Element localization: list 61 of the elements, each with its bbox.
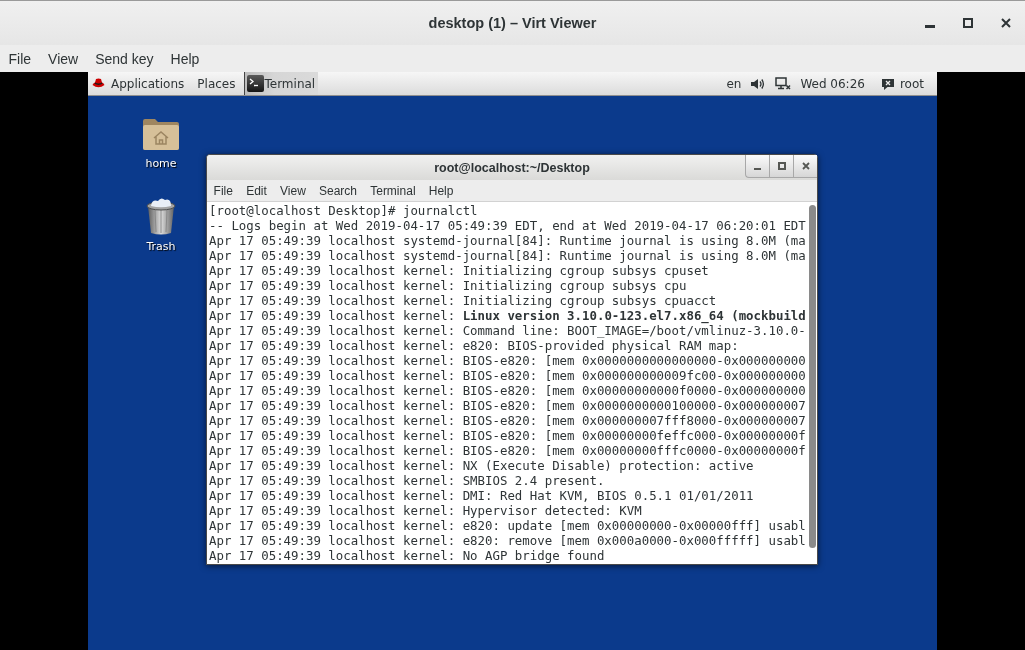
terminal-line: Apr 17 05:49:39 localhost kernel: NX (Execute Disable) protection: active	[209, 458, 755, 473]
terminal-line: Apr 17 05:49:39 localhost kernel: BIOS-e820: [mem 0x000000007fff8000-0x000000007	[209, 413, 807, 428]
terminal-line: Apr 17 05:49:39 localhost kernel: Command line: BOOT_IMAGE=/boot/vmlinuz-3.10.0-	[209, 323, 807, 338]
menu-item[interactable]: File	[207, 180, 240, 201]
minimize-icon	[925, 25, 935, 28]
terminal-line: Apr 17 05:49:39 localhost kernel: SMBIOS 2.4 present.	[209, 473, 606, 488]
menu-item[interactable]: Help	[422, 180, 461, 201]
terminal-line: Apr 17 05:49:39 localhost kernel: Initializing cgroup subsys cpu	[209, 278, 688, 293]
terminal-line: Apr 17 05:49:39 localhost kernel: BIOS-e820: [mem 0x0000000000100000-0x000000007	[209, 398, 807, 413]
terminal-line: Apr 17 05:49:39 localhost kernel: Initializing cgroup subsys cpuacct	[209, 293, 718, 308]
places-menu[interactable]: Places	[197, 72, 236, 95]
window-title: desktop (1) – Virt Viewer	[428, 15, 597, 31]
menu-item[interactable]: Send key	[86, 45, 163, 72]
network-icon[interactable]	[775, 77, 792, 90]
terminal-title: root@localhost:~/Desktop	[434, 160, 590, 175]
terminal-line: Apr 17 05:49:39 localhost systemd-journal[84]: Runtime journal is using 8.0M (ma	[209, 233, 807, 248]
close-icon	[1001, 18, 1011, 28]
close-button[interactable]	[793, 155, 817, 178]
terminal-line: Apr 17 05:49:39 localhost kernel: Linux version 3.10.0-123.el7.x86_64 (mockbuild	[209, 308, 807, 323]
menu-item[interactable]: Help	[162, 45, 208, 72]
menu-item[interactable]: View	[273, 180, 313, 201]
user-menu[interactable]: root	[880, 72, 924, 95]
minimize-button[interactable]	[745, 155, 769, 178]
terminal-line: Apr 17 05:49:39 localhost kernel: e820: BIOS-provided physical RAM map:	[209, 338, 740, 353]
terminal-line: Apr 17 05:49:39 localhost kernel: e820: update [mem 0x00000000-0x00000fff] usabl	[209, 518, 807, 533]
desktop-icon-label[interactable]: Trash	[146, 240, 176, 253]
terminal-line: Apr 17 05:49:39 localhost kernel: BIOS-e820: [mem 0x00000000fffc0000-0x00000000f	[209, 443, 807, 458]
terminal-line: -- Logs begin at Wed 2019-04-17 05:49:39 EDT, end at Wed 2019-04-17 06:20:01 EDT	[209, 218, 807, 233]
clock[interactable]: Wed 06:26	[800, 72, 865, 95]
terminal-line: Apr 17 05:49:39 localhost systemd-journal[84]: Runtime journal is using 8.0M (ma	[209, 248, 807, 263]
speech-bubble-icon	[880, 77, 895, 90]
menu-item[interactable]: View	[39, 45, 87, 72]
maximize-icon	[777, 162, 786, 170]
menu-item[interactable]: Search	[312, 180, 364, 201]
hat-icon	[92, 78, 105, 89]
terminal-line: [root@localhost Desktop]# journalctl	[209, 203, 479, 218]
terminal-line: Apr 17 05:49:39 localhost kernel: BIOS-e820: [mem 0x00000000feffc000-0x00000000f	[209, 428, 807, 443]
terminal-line: Apr 17 05:49:39 localhost kernel: Initializing cgroup subsys cpuset	[209, 263, 710, 278]
keyboard-layout[interactable]: en	[726, 72, 742, 95]
window-list-button[interactable]: Terminal	[244, 72, 319, 95]
folder-icon[interactable]	[142, 117, 180, 151]
terminal-line: Apr 17 05:49:39 localhost kernel: BIOS-e820: [mem 0x0000000000000000-0x000000000	[209, 353, 807, 368]
terminal-icon	[247, 75, 265, 92]
maximize-button[interactable]	[769, 155, 793, 178]
desktop-icon-label[interactable]: home	[145, 157, 177, 170]
terminal-line: Apr 17 05:49:39 localhost kernel: DMI: Red Hat KVM, BIOS 0.5.1 01/01/2011	[209, 488, 755, 503]
terminal-line: Apr 17 05:49:39 localhost kernel: No AGP bridge found	[209, 548, 606, 563]
minimize-icon	[754, 167, 761, 170]
close-icon	[801, 162, 810, 170]
volume-icon[interactable]	[750, 77, 766, 90]
menu-item[interactable]: Edit	[239, 180, 274, 201]
menu-item[interactable]: Terminal	[363, 180, 423, 201]
menu-item[interactable]: File	[0, 45, 40, 72]
terminal-line: Apr 17 05:49:39 localhost kernel: BIOS-e820: [mem 0x00000000000f0000-0x000000000	[209, 383, 807, 398]
terminal-line: Apr 17 05:49:39 localhost kernel: e820: remove [mem 0x000a0000-0x000fffff] usabl	[209, 533, 807, 548]
trash-icon[interactable]	[145, 196, 177, 236]
applications-menu[interactable]: Applications	[88, 72, 185, 95]
terminal-line: Apr 17 05:49:39 localhost kernel: BIOS-e820: [mem 0x000000000009fc00-0x000000000	[209, 368, 807, 383]
terminal-line: Apr 17 05:49:39 localhost kernel: Hypervisor detected: KVM	[209, 503, 643, 518]
scrollbar[interactable]	[809, 205, 816, 548]
maximize-icon	[963, 18, 973, 28]
